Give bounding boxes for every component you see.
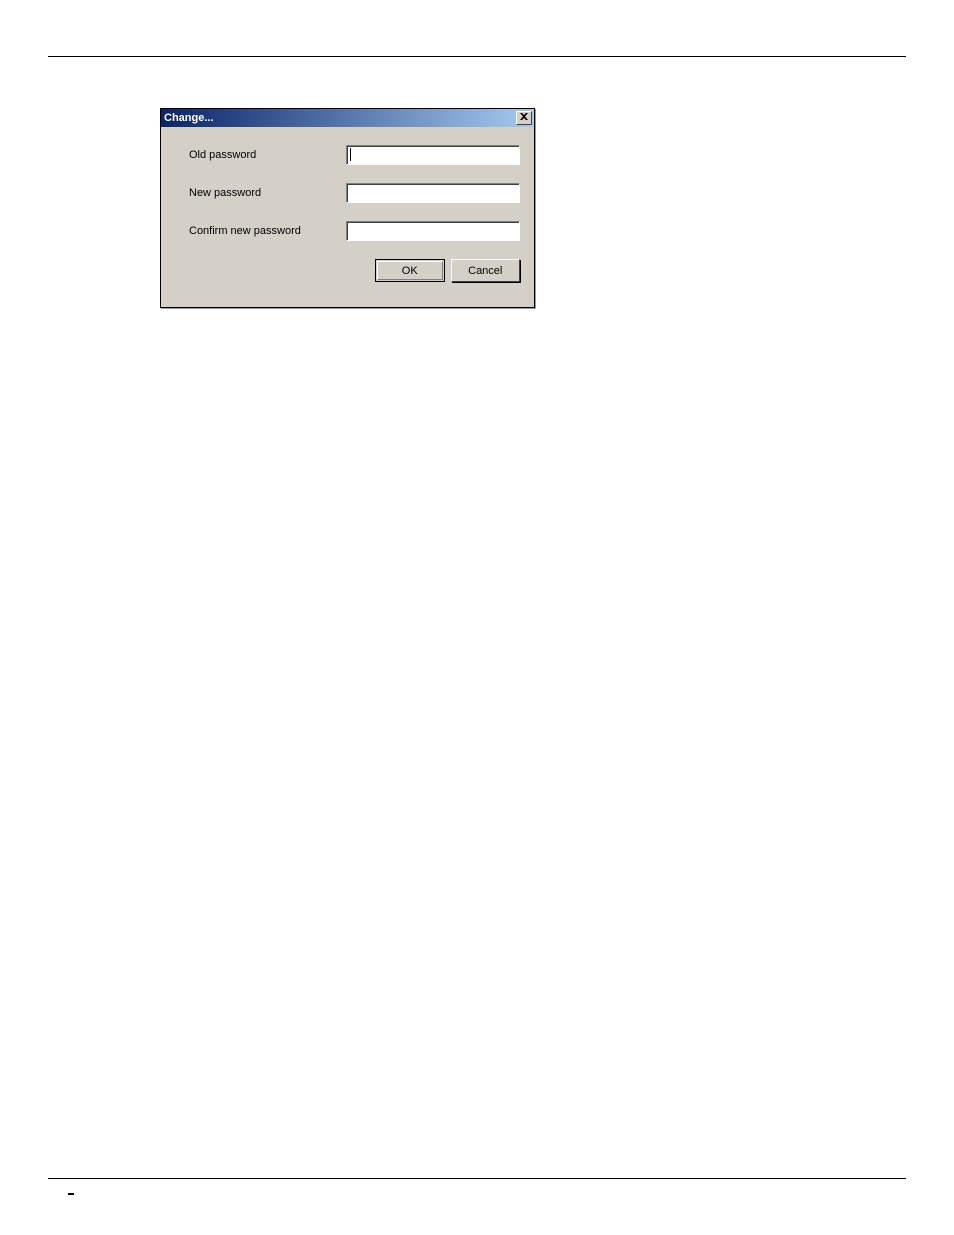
new-password-label: New password <box>189 187 346 199</box>
dialog-body: Old password New password Confirm new pa… <box>161 127 534 296</box>
old-password-row: Old password <box>189 145 520 165</box>
confirm-password-input[interactable] <box>346 221 520 241</box>
page-top-rule <box>48 56 906 57</box>
dialog-title: Change... <box>164 112 214 124</box>
cancel-button-label: Cancel <box>468 265 502 277</box>
change-password-dialog: Change... Old password New password Conf… <box>160 108 535 308</box>
close-button[interactable] <box>516 111 532 125</box>
ok-button[interactable]: OK <box>375 259 445 282</box>
page-dash <box>68 1193 74 1195</box>
cancel-button[interactable]: Cancel <box>451 259 521 282</box>
ok-button-label: OK <box>402 265 418 277</box>
new-password-row: New password <box>189 183 520 203</box>
old-password-label: Old password <box>189 149 346 161</box>
text-cursor <box>350 148 351 161</box>
button-row: OK Cancel <box>189 259 520 282</box>
dialog-titlebar[interactable]: Change... <box>161 109 534 127</box>
page-bottom-rule <box>48 1178 906 1179</box>
confirm-password-row: Confirm new password <box>189 221 520 241</box>
new-password-input[interactable] <box>346 183 520 203</box>
confirm-password-label: Confirm new password <box>189 225 346 237</box>
close-icon <box>520 113 528 123</box>
old-password-input[interactable] <box>346 145 520 165</box>
